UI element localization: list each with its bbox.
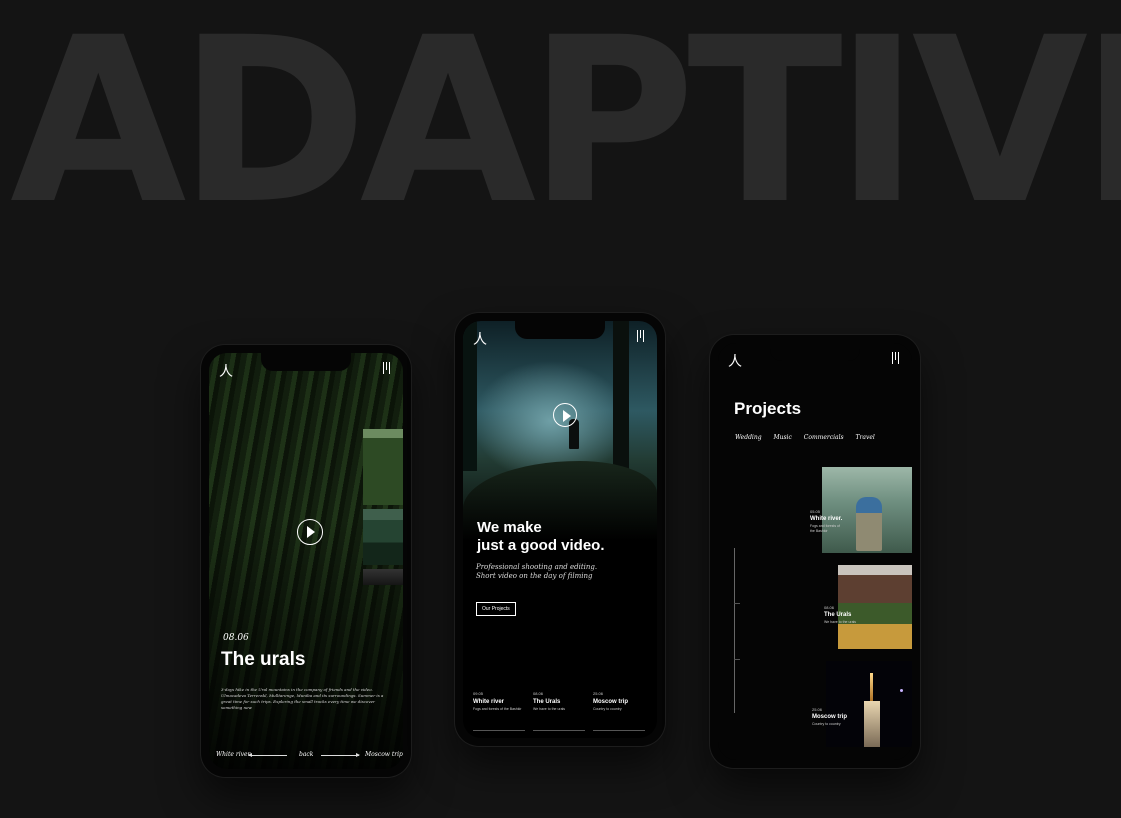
phone-mockup-projects: 人 Projects Wedding Music Commercials Tra… (710, 335, 920, 768)
thumbnail-river[interactable] (363, 509, 403, 565)
card-underline (533, 730, 585, 731)
project-date: 05.05 (810, 509, 821, 514)
next-project-link[interactable]: Moscow trip (365, 751, 403, 758)
thumbnail-night[interactable] (363, 569, 403, 585)
project-name: Moscow trip (812, 714, 848, 720)
logo-icon[interactable]: 人 (473, 329, 487, 349)
project-name: The Urals (824, 612, 852, 618)
hero-headline-line1: We make (477, 519, 542, 536)
page-title: Projects (734, 399, 802, 418)
hero-subtitle-line1: Professional shooting and editing. (476, 563, 598, 571)
tower-spire (870, 673, 873, 703)
project-card[interactable]: 25.06 Moscow trip Country to country (593, 691, 647, 731)
phone-screen: 人 Projects Wedding Music Commercials Tra… (718, 343, 912, 760)
project-date: 08.06 (223, 633, 249, 643)
back-link[interactable]: back (299, 751, 313, 758)
card-date: 25.06 (593, 691, 604, 696)
card-underline (593, 730, 645, 731)
logo-icon[interactable]: 人 (728, 351, 742, 371)
project-description: 3-days hike in the Ural mountains in the… (221, 687, 384, 710)
menu-icon[interactable] (383, 362, 393, 374)
category-wedding[interactable]: Wedding (735, 434, 762, 441)
phone-notch (515, 321, 605, 339)
card-title: The Urals (533, 699, 561, 705)
menu-icon[interactable] (892, 352, 902, 364)
project-subtitle: Country to country (812, 722, 841, 726)
timeline-tick (734, 659, 740, 660)
our-projects-button[interactable]: Our Projects (476, 602, 516, 616)
star-light (900, 689, 903, 692)
menu-icon[interactable] (637, 330, 647, 342)
card-subtitle: Country to country (593, 707, 622, 711)
phone-mockup-project-detail: 人 08.06 The urals 3-days hike in the Ura… (201, 345, 411, 777)
phone-screen: 人 We make just a good video. Professiona… (463, 321, 657, 738)
category-music[interactable]: Music (773, 434, 791, 441)
card-subtitle: Fogs and forests of the Bashkir (473, 707, 522, 711)
card-title: White river (473, 699, 505, 705)
phone-notch (770, 343, 860, 361)
hero-subtitle-line2: Short video on the day of filming (476, 572, 593, 580)
tower-body (864, 701, 880, 747)
category-travel[interactable]: Travel (856, 434, 875, 441)
thumbnail-strip (363, 429, 403, 589)
hiker-figure (856, 497, 882, 551)
project-subtitle: Fogs and forests of the Bashkir (810, 524, 840, 533)
project-subtitle: We have to the urals (824, 620, 857, 624)
hero-headline: We make just a good video. (477, 519, 657, 555)
logo-icon[interactable]: 人 (219, 361, 233, 381)
category-filter: Wedding Music Commercials Travel (735, 434, 885, 441)
hero-subtitle: Professional shooting and editing. Short… (476, 563, 597, 581)
prev-project-link[interactable]: White river (216, 751, 250, 758)
thumbnail-forest[interactable] (363, 429, 403, 505)
project-image-moscow[interactable] (826, 661, 912, 747)
timeline-tick (734, 603, 740, 604)
arrow-right-icon (321, 753, 360, 757)
project-card[interactable]: 09.05 White river Fogs and forests of th… (473, 691, 527, 731)
project-date: 25.06 (812, 707, 823, 712)
arrow-left-icon (248, 753, 287, 757)
card-date: 09.05 (473, 691, 484, 696)
phone-screen: 人 08.06 The urals 3-days hike in the Ura… (209, 353, 403, 769)
play-button-icon[interactable] (553, 403, 577, 427)
card-title: Moscow trip (593, 699, 629, 705)
category-commercials[interactable]: Commercials (804, 434, 844, 441)
card-subtitle: We have to the urals (533, 707, 566, 711)
card-underline (473, 730, 525, 731)
card-date: 08.06 (533, 691, 544, 696)
project-meta[interactable]: 08.06 The Urals We have to the urals (824, 605, 858, 625)
project-meta[interactable]: 25.06 Moscow trip Country to country (812, 707, 847, 727)
phone-mockup-home: 人 We make just a good video. Professiona… (455, 313, 665, 746)
phone-notch (261, 353, 351, 371)
play-button-icon[interactable] (297, 519, 323, 545)
hero-headline-line2: just a good video. (477, 537, 605, 554)
project-card[interactable]: 08.06 The Urals We have to the urals (533, 691, 587, 731)
hero-heading: ADAPTIVE (10, 6, 1121, 236)
project-date: 08.06 (824, 605, 835, 610)
timeline-line (734, 548, 735, 713)
project-meta[interactable]: 05.05 White river. Fogs and forests of t… (810, 509, 844, 533)
project-navigation: White river back Moscow trip (215, 751, 403, 761)
project-name: White river. (810, 516, 843, 522)
project-title: The urals (221, 649, 306, 670)
